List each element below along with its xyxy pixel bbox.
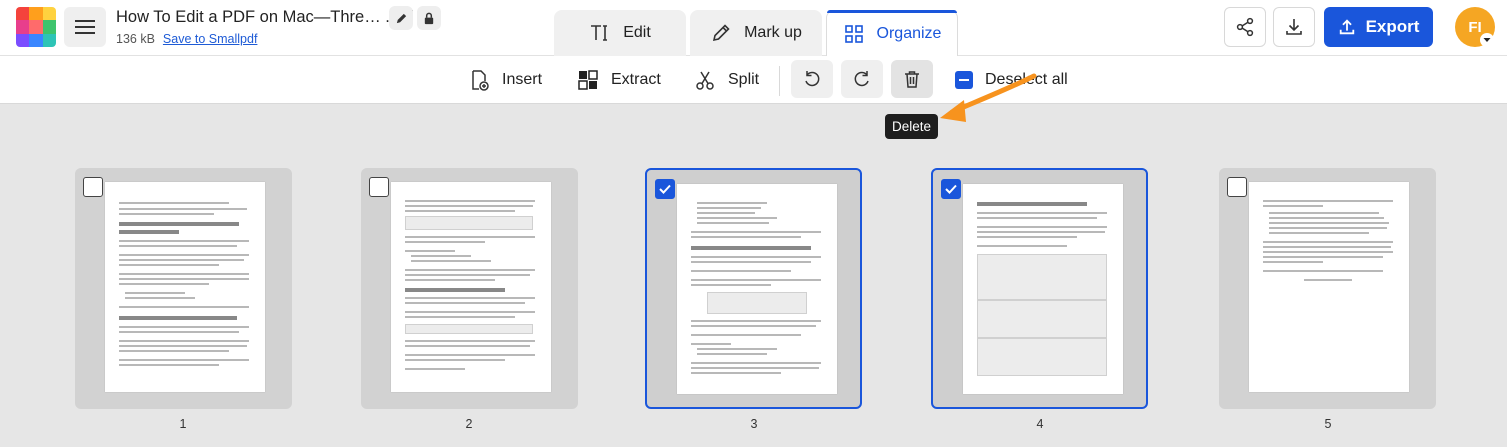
- tab-edit-label: Edit: [623, 24, 651, 41]
- split-label: Split: [728, 71, 760, 88]
- file-name: How To Edit a PDF on Mac—Thre… .pdf: [116, 8, 413, 26]
- extract-label: Extract: [611, 71, 661, 88]
- page-thumbnail: [391, 182, 551, 392]
- export-label: Export: [1365, 17, 1420, 36]
- smallpdf-logo[interactable]: [16, 7, 56, 47]
- page-checkbox[interactable]: [655, 179, 675, 199]
- rotate-right-button[interactable]: [841, 60, 883, 98]
- app-header: How To Edit a PDF on Mac—Thre… .pdf 136 …: [0, 0, 1507, 56]
- download-icon: [1286, 19, 1302, 35]
- file-meta: 136 kB Save to Smallpdf: [116, 32, 257, 46]
- page-checkbox[interactable]: [1227, 177, 1247, 197]
- extract-button[interactable]: Extract: [577, 66, 661, 94]
- page-card[interactable]: [1219, 168, 1436, 409]
- tab-mark-up[interactable]: Mark up: [690, 10, 822, 56]
- insert-page-icon: [472, 70, 489, 91]
- upload-icon: [1339, 19, 1354, 35]
- pencil-icon: [713, 24, 730, 42]
- hamburger-icon: [75, 20, 95, 34]
- lock-icon: [424, 12, 434, 24]
- delete-button[interactable]: [891, 60, 933, 98]
- tab-edit[interactable]: Edit: [554, 10, 686, 56]
- tab-mark-up-label: Mark up: [744, 24, 802, 41]
- export-button[interactable]: Export: [1324, 7, 1433, 47]
- page-thumbnail: [963, 184, 1123, 394]
- save-to-smallpdf-link[interactable]: Save to Smallpdf: [163, 32, 258, 46]
- page-thumbnail: [677, 184, 837, 394]
- annotation-arrow: [940, 73, 1037, 122]
- pencil-icon: [396, 13, 406, 23]
- share-button[interactable]: [1224, 7, 1266, 47]
- page-thumbnail: [105, 182, 265, 392]
- split-button[interactable]: Split: [694, 66, 759, 94]
- page-number: 2: [465, 417, 473, 431]
- page-checkbox[interactable]: [83, 177, 103, 197]
- page-card[interactable]: [361, 168, 578, 409]
- grid-icon: [844, 24, 863, 43]
- lock-button[interactable]: [417, 6, 441, 30]
- page-number: 1: [179, 417, 187, 431]
- page-number: 5: [1324, 417, 1332, 431]
- toolbar-divider: [779, 66, 780, 96]
- text-cursor-icon: [591, 25, 608, 41]
- page-number: 3: [750, 417, 758, 431]
- rotate-left-button[interactable]: [791, 60, 833, 98]
- trash-icon: [905, 71, 919, 88]
- tab-organize-label: Organize: [876, 24, 942, 42]
- organize-toolbar: Insert Extract Split Deselect all: [0, 56, 1507, 104]
- share-icon: [1236, 17, 1254, 37]
- rename-button[interactable]: [389, 6, 413, 30]
- scissors-icon: [696, 71, 714, 90]
- tab-organize[interactable]: Organize: [826, 10, 958, 56]
- menu-button[interactable]: [64, 7, 106, 47]
- page-checkbox[interactable]: [941, 179, 961, 199]
- file-size: 136 kB: [116, 32, 155, 46]
- rotate-right-icon: [854, 71, 869, 87]
- page-card[interactable]: [931, 168, 1148, 409]
- checkmark-icon: [945, 184, 957, 194]
- rotate-left-icon: [805, 71, 820, 87]
- page-number: 4: [1036, 417, 1044, 431]
- insert-button[interactable]: Insert: [468, 66, 542, 94]
- chevron-down-icon[interactable]: [1480, 33, 1494, 47]
- extract-icon: [578, 70, 598, 90]
- insert-label: Insert: [502, 71, 543, 88]
- page-thumbnail: [1249, 182, 1409, 392]
- checkmark-icon: [659, 184, 671, 194]
- download-button[interactable]: [1273, 7, 1315, 47]
- page-card[interactable]: [645, 168, 862, 409]
- page-card[interactable]: [75, 168, 292, 409]
- page-checkbox[interactable]: [369, 177, 389, 197]
